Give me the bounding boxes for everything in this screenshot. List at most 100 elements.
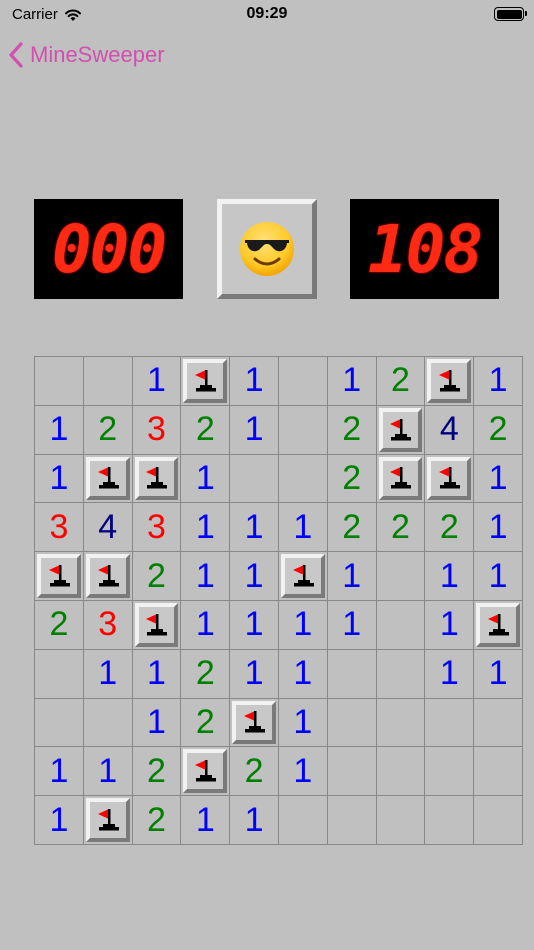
empty-cell[interactable] xyxy=(376,796,426,845)
flagged-cell[interactable] xyxy=(181,747,231,797)
number-cell[interactable]: 2 xyxy=(230,747,279,797)
empty-cell[interactable] xyxy=(230,454,279,504)
empty-cell[interactable] xyxy=(327,796,377,845)
back-button[interactable]: MineSweeper xyxy=(8,42,165,68)
flagged-cell[interactable] xyxy=(132,454,182,504)
flagged-cell[interactable] xyxy=(83,796,133,845)
empty-cell[interactable] xyxy=(327,649,377,699)
reset-face-button[interactable] xyxy=(217,199,317,299)
number-cell[interactable]: 1 xyxy=(230,796,279,845)
number-cell[interactable]: 1 xyxy=(278,600,328,650)
number-cell[interactable]: 1 xyxy=(327,600,377,650)
flagged-cell[interactable] xyxy=(35,552,84,601)
number-cell[interactable]: 1 xyxy=(132,357,182,406)
flagged-cell[interactable] xyxy=(278,552,328,601)
number-cell[interactable]: 2 xyxy=(181,405,231,455)
number-cell[interactable]: 1 xyxy=(230,405,279,455)
number-cell[interactable]: 1 xyxy=(230,649,279,699)
empty-cell[interactable] xyxy=(474,796,523,845)
flagged-cell[interactable] xyxy=(474,600,523,650)
empty-cell[interactable] xyxy=(425,698,475,748)
number-cell[interactable]: 1 xyxy=(474,454,523,504)
empty-cell[interactable] xyxy=(376,600,426,650)
empty-cell[interactable] xyxy=(327,747,377,797)
number-cell[interactable]: 1 xyxy=(278,747,328,797)
number-cell[interactable]: 1 xyxy=(35,405,84,455)
number-cell[interactable]: 2 xyxy=(327,454,377,504)
empty-cell[interactable] xyxy=(35,698,84,748)
empty-cell[interactable] xyxy=(83,357,133,406)
empty-cell[interactable] xyxy=(278,405,328,455)
flagged-cell[interactable] xyxy=(376,454,426,504)
flagged-cell[interactable] xyxy=(181,357,231,406)
empty-cell[interactable] xyxy=(376,698,426,748)
number-cell[interactable]: 1 xyxy=(132,698,182,748)
empty-cell[interactable] xyxy=(376,747,426,797)
number-cell[interactable]: 2 xyxy=(181,649,231,699)
number-cell[interactable]: 1 xyxy=(230,600,279,650)
flagged-cell[interactable] xyxy=(425,357,475,406)
number-cell[interactable]: 2 xyxy=(35,600,84,650)
number-cell[interactable]: 1 xyxy=(181,796,231,845)
empty-cell[interactable] xyxy=(474,747,523,797)
empty-cell[interactable] xyxy=(425,747,475,797)
number-cell[interactable]: 4 xyxy=(83,503,133,553)
number-cell[interactable]: 2 xyxy=(181,698,231,748)
number-cell[interactable]: 1 xyxy=(230,503,279,553)
empty-cell[interactable] xyxy=(278,454,328,504)
flagged-cell[interactable] xyxy=(376,405,426,455)
number-cell[interactable]: 1 xyxy=(278,649,328,699)
number-cell[interactable]: 3 xyxy=(132,503,182,553)
flagged-cell[interactable] xyxy=(83,454,133,504)
number-cell[interactable]: 1 xyxy=(474,503,523,553)
number-cell[interactable]: 1 xyxy=(327,552,377,601)
empty-cell[interactable] xyxy=(278,357,328,406)
number-cell[interactable]: 1 xyxy=(132,649,182,699)
empty-cell[interactable] xyxy=(376,649,426,699)
number-cell[interactable]: 3 xyxy=(83,600,133,650)
flagged-cell[interactable] xyxy=(230,698,279,748)
number-cell[interactable]: 3 xyxy=(35,503,84,553)
empty-cell[interactable] xyxy=(376,552,426,601)
flagged-cell[interactable] xyxy=(425,454,475,504)
number-cell[interactable]: 1 xyxy=(83,747,133,797)
number-cell[interactable]: 2 xyxy=(327,503,377,553)
number-cell[interactable]: 2 xyxy=(83,405,133,455)
number-cell[interactable]: 1 xyxy=(474,357,523,406)
number-cell[interactable]: 1 xyxy=(230,552,279,601)
number-cell[interactable]: 2 xyxy=(132,747,182,797)
number-cell[interactable]: 1 xyxy=(327,357,377,406)
number-cell[interactable]: 1 xyxy=(181,503,231,553)
empty-cell[interactable] xyxy=(278,796,328,845)
number-cell[interactable]: 1 xyxy=(35,796,84,845)
number-cell[interactable]: 3 xyxy=(132,405,182,455)
flagged-cell[interactable] xyxy=(132,600,182,650)
number-cell[interactable]: 1 xyxy=(278,503,328,553)
empty-cell[interactable] xyxy=(83,698,133,748)
number-cell[interactable]: 1 xyxy=(230,357,279,406)
number-cell[interactable]: 2 xyxy=(474,405,523,455)
number-cell[interactable]: 1 xyxy=(83,649,133,699)
number-cell[interactable]: 2 xyxy=(327,405,377,455)
number-cell[interactable]: 2 xyxy=(425,503,475,553)
number-cell[interactable]: 1 xyxy=(474,552,523,601)
number-cell[interactable]: 1 xyxy=(474,649,523,699)
number-cell[interactable]: 1 xyxy=(425,649,475,699)
number-cell[interactable]: 1 xyxy=(181,454,231,504)
number-cell[interactable]: 1 xyxy=(425,600,475,650)
number-cell[interactable]: 2 xyxy=(132,796,182,845)
flagged-cell[interactable] xyxy=(83,552,133,601)
number-cell[interactable]: 1 xyxy=(425,552,475,601)
number-cell[interactable]: 1 xyxy=(35,747,84,797)
number-cell[interactable]: 1 xyxy=(35,454,84,504)
empty-cell[interactable] xyxy=(35,357,84,406)
number-cell[interactable]: 2 xyxy=(132,552,182,601)
empty-cell[interactable] xyxy=(425,796,475,845)
empty-cell[interactable] xyxy=(474,698,523,748)
number-cell[interactable]: 4 xyxy=(425,405,475,455)
number-cell[interactable]: 2 xyxy=(376,357,426,406)
number-cell[interactable]: 1 xyxy=(181,552,231,601)
number-cell[interactable]: 1 xyxy=(278,698,328,748)
number-cell[interactable]: 2 xyxy=(376,503,426,553)
empty-cell[interactable] xyxy=(35,649,84,699)
